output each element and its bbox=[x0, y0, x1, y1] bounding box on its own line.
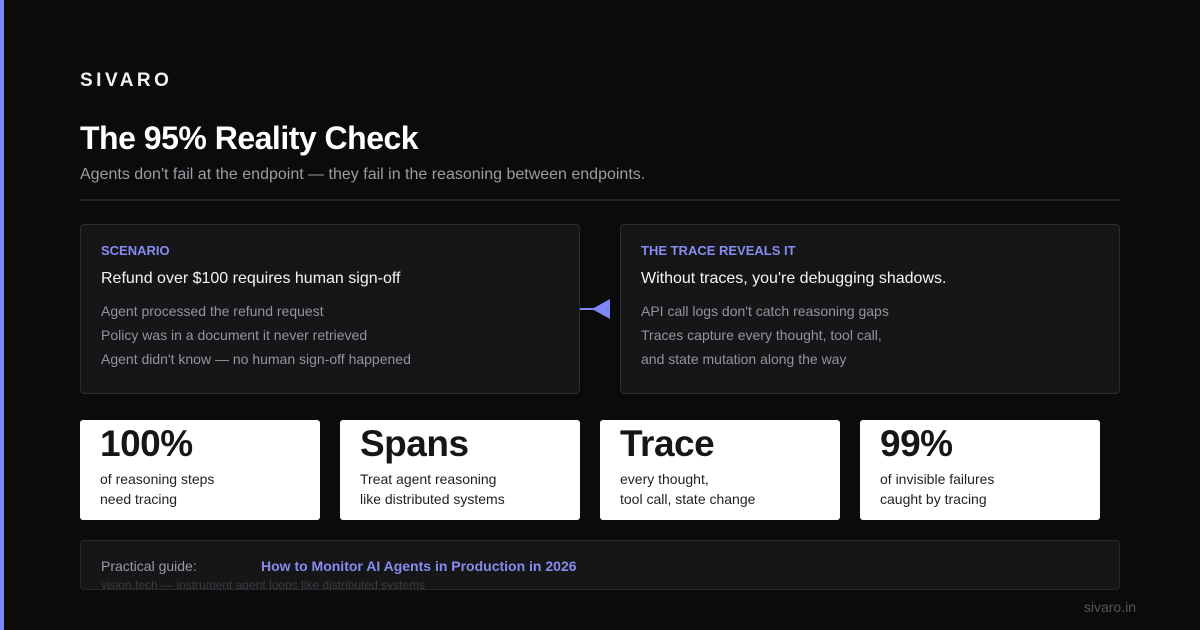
scenario-lines: Agent processed the refund request Polic… bbox=[101, 299, 411, 371]
trace-line: Traces capture every thought, tool call, bbox=[641, 327, 882, 343]
guide-link[interactable]: How to Monitor AI Agents in Production i… bbox=[261, 558, 577, 574]
stat-value: Trace bbox=[620, 423, 715, 464]
arrow-left-icon bbox=[580, 297, 612, 326]
stat-desc-line: like distributed systems bbox=[360, 491, 505, 507]
page-title: The 95% Reality Check bbox=[80, 120, 419, 156]
stat-description: of reasoning steps need tracing bbox=[100, 469, 214, 509]
trace-card: THE TRACE REVEALS IT Without traces, you… bbox=[620, 224, 1120, 394]
stat-description: of invisible failures caught by tracing bbox=[880, 469, 994, 509]
stat-desc-line: of invisible failures bbox=[880, 471, 995, 487]
stat-description: every thought, tool call, state change bbox=[620, 469, 755, 509]
stat-card-reasoning: 100% of reasoning steps need tracing bbox=[80, 420, 320, 520]
scenario-heading: Refund over $100 requires human sign-off bbox=[101, 270, 401, 287]
stat-value: Spans bbox=[360, 423, 469, 464]
stat-value: 100% bbox=[100, 423, 193, 464]
stat-card-spans: Spans Treat agent reasoning like distrib… bbox=[340, 420, 580, 520]
guide-bar: Practical guide: How to Monitor AI Agent… bbox=[80, 540, 1120, 590]
trace-line: API call logs don't catch reasoning gaps bbox=[641, 303, 889, 319]
stat-card-trace: Trace every thought, tool call, state ch… bbox=[600, 420, 840, 520]
trace-label: THE TRACE REVEALS IT bbox=[641, 243, 796, 258]
guide-label: Practical guide: bbox=[101, 558, 197, 574]
trace-heading: Without traces, you're debugging shadows… bbox=[641, 270, 947, 287]
stat-desc-line: need tracing bbox=[100, 491, 178, 507]
page-subtitle: Agents don't fail at the endpoint — they… bbox=[80, 166, 646, 183]
scenario-line: Agent processed the refund request bbox=[101, 303, 324, 319]
stat-description: Treat agent reasoning like distributed s… bbox=[360, 469, 505, 509]
stat-desc-line: of reasoning steps bbox=[100, 471, 215, 487]
stat-card-failures: 99% of invisible failures caught by trac… bbox=[860, 420, 1100, 520]
page: SIVARO The 95% Reality Check Agents don'… bbox=[0, 0, 1200, 630]
stat-desc-line: tool call, state change bbox=[620, 491, 756, 507]
stat-desc-line: Treat agent reasoning bbox=[360, 471, 497, 487]
scenario-label: SCENARIO bbox=[101, 243, 170, 258]
brand-logo: SIVARO bbox=[80, 70, 173, 91]
trace-lines: API call logs don't catch reasoning gaps… bbox=[641, 299, 889, 371]
guide-subtext: vision.tech — instrument agent loops lik… bbox=[101, 578, 426, 590]
scenario-card: SCENARIO Refund over $100 requires human… bbox=[80, 224, 580, 394]
footer-url: sivaro.in bbox=[1083, 599, 1136, 615]
stat-value: 99% bbox=[880, 423, 953, 464]
divider bbox=[80, 199, 1120, 201]
accent-bar bbox=[0, 0, 4, 630]
stat-desc-line: every thought, bbox=[620, 471, 709, 487]
stat-desc-line: caught by tracing bbox=[880, 491, 987, 507]
trace-line: and state mutation along the way bbox=[641, 351, 847, 367]
scenario-line: Agent didn't know — no human sign-off ha… bbox=[101, 351, 411, 367]
scenario-line: Policy was in a document it never retrie… bbox=[101, 327, 368, 343]
